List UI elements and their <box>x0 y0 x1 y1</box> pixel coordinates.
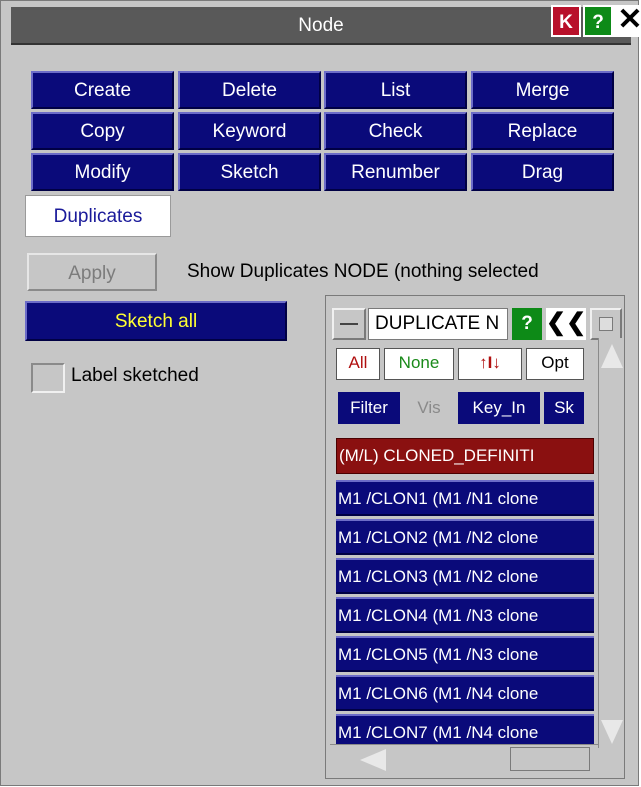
list-item[interactable]: M1 /CLON5 (M1 /N3 clone <box>336 636 594 672</box>
sketch-list-button[interactable]: Sk <box>544 392 584 424</box>
horizontal-scrollbar[interactable] <box>330 744 598 775</box>
options-button[interactable]: Opt <box>526 348 584 380</box>
sort-icon[interactable]: ↑I↓ <box>458 348 522 380</box>
subwindow-help-button[interactable]: ? <box>512 308 542 340</box>
title-bar[interactable]: Node K ? ✕ <box>11 5 641 45</box>
help-button[interactable]: ? <box>583 5 613 37</box>
minimize-icon[interactable] <box>332 308 366 340</box>
node-panel: Node K ? ✕ Create Delete List Merge Copy… <box>0 0 641 786</box>
close-icon[interactable]: ✕ <box>613 5 641 37</box>
scroll-up-icon[interactable] <box>601 344 623 368</box>
apply-button[interactable]: Apply <box>27 253 157 291</box>
sketch-all-button[interactable]: Sketch all <box>25 301 287 341</box>
collapse-icon[interactable]: ❮❮ <box>546 308 586 340</box>
scroll-down-icon[interactable] <box>601 720 623 744</box>
list-header-row[interactable]: (M/L) CLONED_DEFINITI <box>336 438 594 474</box>
sketch-button[interactable]: Sketch <box>178 153 321 191</box>
tab-duplicates[interactable]: Duplicates <box>25 195 171 237</box>
subwindow-title-bar: DUPLICATE N ? ❮❮ <box>332 308 622 342</box>
list-item[interactable]: M1 /CLON6 (M1 /N4 clone <box>336 675 594 711</box>
status-text: Show Duplicates NODE (nothing selected <box>187 261 539 282</box>
select-none-button[interactable]: None <box>384 348 454 380</box>
duplicate-node-subwindow: DUPLICATE N ? ❮❮ All None ↑I↓ Opt Filter… <box>325 295 625 779</box>
list-item[interactable]: M1 /CLON3 (M1 /N2 clone <box>336 558 594 594</box>
list-item[interactable]: M1 /CLON4 (M1 /N3 clone <box>336 597 594 633</box>
filter-button[interactable]: Filter <box>338 392 400 424</box>
scroll-left-icon[interactable] <box>360 749 386 771</box>
create-button[interactable]: Create <box>31 71 174 109</box>
keyword-button[interactable]: Keyword <box>178 112 321 150</box>
renumber-button[interactable]: Renumber <box>324 153 467 191</box>
delete-button[interactable]: Delete <box>178 71 321 109</box>
list-button[interactable]: List <box>324 71 467 109</box>
key-in-button[interactable]: Key_In <box>458 392 540 424</box>
vertical-scrollbar[interactable] <box>598 338 623 748</box>
list-item[interactable]: M1 /CLON2 (M1 /N2 clone <box>336 519 594 555</box>
subwindow-title: DUPLICATE N <box>368 308 508 340</box>
window-title: Node <box>298 15 344 36</box>
check-button[interactable]: Check <box>324 112 467 150</box>
scroll-thumb[interactable] <box>510 747 590 771</box>
drag-button[interactable]: Drag <box>471 153 614 191</box>
maximize-icon[interactable] <box>590 308 622 340</box>
modify-button[interactable]: Modify <box>31 153 174 191</box>
select-all-button[interactable]: All <box>336 348 380 380</box>
visible-only-button[interactable]: Vis <box>404 392 454 424</box>
merge-button[interactable]: Merge <box>471 71 614 109</box>
label-sketched-checkbox[interactable] <box>31 363 65 393</box>
replace-button[interactable]: Replace <box>471 112 614 150</box>
label-sketched-label: Label sketched <box>71 365 199 386</box>
list-item[interactable]: M1 /CLON1 (M1 /N1 clone <box>336 480 594 516</box>
copy-button[interactable]: Copy <box>31 112 174 150</box>
keyword-k-button[interactable]: K <box>551 5 581 37</box>
